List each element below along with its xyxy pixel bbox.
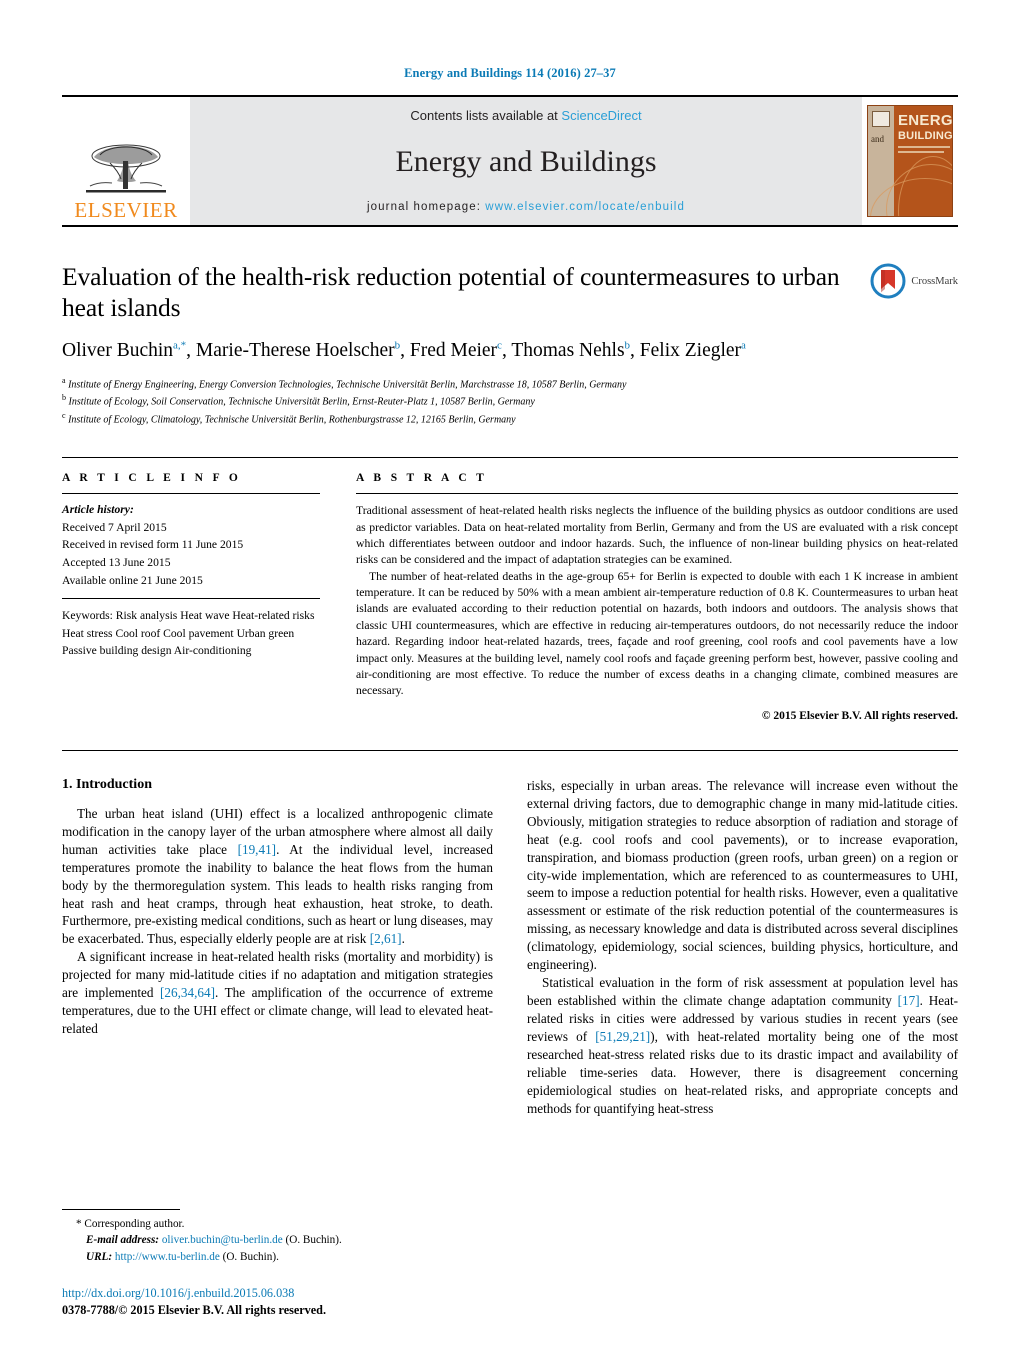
body-paragraph: A significant increase in heat-related h… (62, 949, 494, 1037)
affiliation-mark: b (62, 393, 66, 403)
affiliation-mark: c (62, 410, 66, 420)
affiliation-text: Institute of Ecology, Soil Conservation,… (68, 396, 535, 408)
title-block: Evaluation of the health-risk reduction … (62, 261, 958, 427)
affiliation-list: a Institute of Energy Engineering, Energ… (62, 375, 958, 428)
affiliation-item: a Institute of Energy Engineering, Energ… (62, 375, 958, 393)
history-item: Accepted 13 June 2015 (62, 555, 171, 569)
article-history-group: Article history: Received 7 April 2015 R… (62, 494, 320, 589)
cover-energy-label: ENERGY (898, 112, 953, 129)
cover-buildings-label: BUILDINGS (898, 130, 953, 142)
email-label: E-mail address: (86, 1234, 160, 1247)
footnote-rule (62, 1208, 180, 1210)
email-suffix: (O. Buchin). (285, 1234, 342, 1247)
affiliation-text: Institute of Energy Engineering, Energy … (68, 378, 627, 390)
keyword-item: Cool roof (115, 626, 161, 640)
journal-title: Energy and Buildings (395, 145, 657, 178)
url-note: URL: http://www.tu-berlin.de (O. Buchin)… (62, 1249, 493, 1266)
crossmark-icon (870, 263, 906, 299)
article-info-column: A R T I C L E I N F O Article history: R… (62, 458, 320, 724)
elsevier-wordmark: ELSEVIER (74, 198, 178, 222)
elsevier-logo: ELSEVIER (62, 97, 190, 225)
history-item: Available online 21 June 2015 (62, 573, 203, 587)
running-head: Energy and Buildings 114 (2016) 27–37 (404, 66, 616, 80)
abstract-copyright: © 2015 Elsevier B.V. All rights reserved… (761, 709, 958, 722)
email-link[interactable]: oliver.buchin@tu-berlin.de (162, 1234, 283, 1246)
info-abstract-section: A R T I C L E I N F O Article history: R… (62, 457, 958, 724)
sciencedirect-link[interactable]: ScienceDirect (561, 108, 641, 123)
article-body: 1. Introduction The urban heat island (U… (62, 749, 958, 1118)
article-info-heading: A R T I C L E I N F O (62, 472, 242, 485)
abstract-heading: A B S T R A C T (356, 472, 488, 485)
page-title: Evaluation of the health-risk reduction … (62, 262, 840, 323)
keyword-item: Heat wave (180, 609, 230, 623)
url-suffix: (O. Buchin). (222, 1251, 279, 1264)
cover-publisher-badge (872, 111, 890, 127)
elsevier-tree-icon (86, 144, 166, 193)
abstract-paragraph: Traditional assessment of heat-related h… (356, 504, 958, 567)
body-column-right: risks, especially in urban areas. The re… (527, 777, 958, 1118)
url-label: URL: (86, 1251, 113, 1264)
history-item: Received 7 April 2015 (62, 520, 167, 534)
contents-prefix: Contents lists available at (410, 108, 558, 123)
crossmark-badge[interactable]: CrossMark (870, 263, 958, 299)
issn-copyright: 0378-7788/© 2015 Elsevier B.V. All right… (62, 1303, 327, 1317)
journal-cover-thumbnail: and ENERGY BUILDINGS (862, 97, 958, 225)
keyword-item: Passive building design (62, 644, 172, 658)
body-paragraph: Statistical evaluation in the form of ri… (527, 975, 958, 1116)
keyword-item: Urban green (236, 626, 295, 640)
affiliation-mark: a (62, 375, 66, 385)
body-column-left: 1. Introduction The urban heat island (U… (62, 777, 493, 1118)
crossmark-label: CrossMark (911, 275, 958, 287)
keyword-item: Risk analysis (115, 609, 178, 623)
abstract-paragraph: The number of heat-related deaths in the… (356, 569, 958, 698)
journal-masthead: ELSEVIER Contents lists available at Sci… (62, 95, 958, 227)
doi-link[interactable]: http://dx.doi.org/10.1016/j.enbuild.2015… (62, 1286, 542, 1301)
affiliation-item: b Institute of Ecology, Soil Conservatio… (62, 392, 958, 410)
article-history-label: Article history: (62, 503, 134, 517)
keyword-item: Heat-related risks (232, 609, 315, 623)
footnote-block: * Corresponding author. E-mail address: … (62, 1208, 493, 1266)
journal-homepage-line: journal homepage: www.elsevier.com/locat… (367, 201, 685, 213)
keywords-group: Keywords: Risk analysis Heat wave Heat-r… (62, 598, 320, 660)
affiliation-item: c Institute of Ecology, Climatology, Tec… (62, 410, 958, 428)
body-paragraph: The urban heat island (UHI) effect is a … (62, 805, 494, 947)
keyword-item: Cool pavement (163, 626, 234, 640)
corresponding-author-note: * Corresponding author. (76, 1217, 185, 1230)
author-url-link[interactable]: http://www.tu-berlin.de (115, 1251, 220, 1263)
email-note: E-mail address: oliver.buchin@tu-berlin.… (62, 1232, 493, 1249)
masthead-center: Contents lists available at ScienceDirec… (190, 97, 862, 225)
author-list: Oliver Buchina,*, Marie-Therese Hoelsche… (62, 339, 746, 362)
cover-and-label: and (871, 134, 884, 144)
homepage-prefix: journal homepage: (367, 201, 481, 213)
keywords-label: Keywords: (62, 609, 113, 623)
section-title-introduction: 1. Introduction (62, 776, 152, 792)
affiliation-text: Institute of Ecology, Climatology, Techn… (68, 413, 516, 425)
history-item: Received in revised form 11 June 2015 (62, 538, 244, 552)
contents-available-line: Contents lists available at ScienceDirec… (410, 108, 641, 123)
abstract-body: Traditional assessment of heat-related h… (356, 494, 958, 724)
journal-homepage-link[interactable]: www.elsevier.com/locate/enbuild (485, 201, 685, 213)
doi-block: http://dx.doi.org/10.1016/j.enbuild.2015… (62, 1286, 542, 1319)
body-paragraph: risks, especially in urban areas. The re… (527, 777, 958, 973)
abstract-column: A B S T R A C T Traditional assessment o… (356, 458, 958, 724)
keyword-item: Air-conditioning (173, 644, 252, 658)
keyword-item: Heat stress (62, 626, 113, 640)
paper-page: Energy and Buildings 114 (2016) 27–37 EL… (0, 0, 1020, 1351)
